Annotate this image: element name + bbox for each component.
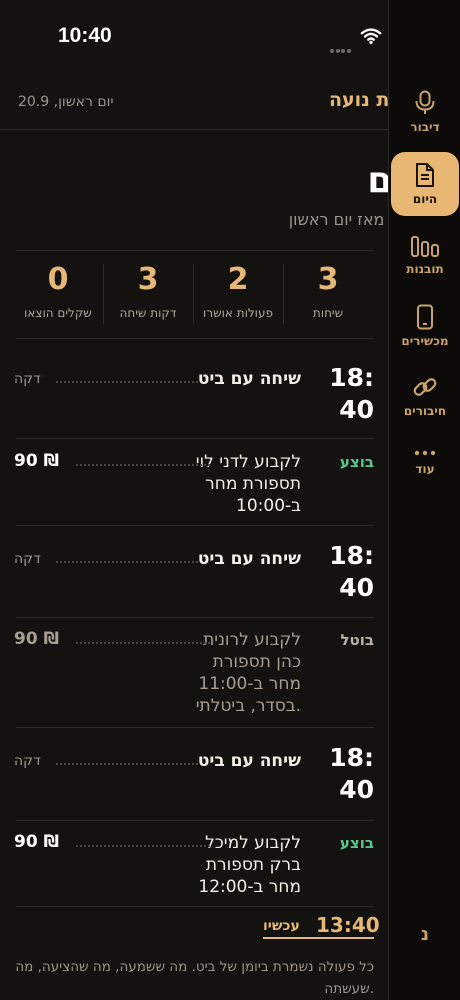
divider (16, 250, 374, 251)
action-price: 90 ₪ (14, 832, 59, 852)
sidebar-item-label: היום (412, 192, 438, 206)
timeline-action[interactable]: בוצע לקבוע למיכל ברק תספורת מחר ב-12:00 90… (14, 832, 374, 902)
sidebar-item-today[interactable]: היום (391, 152, 459, 216)
footer-note: כל פעולה נשמרת ביומן של ביט. מה ששמעה, מ… (15, 959, 374, 997)
sidebar-item-label: תובנות (406, 262, 444, 276)
document-icon (416, 163, 434, 187)
timeline-call[interactable]: 18: 40 שיחה עם ביט דקה (14, 742, 374, 804)
stat-value: 3 (137, 262, 159, 297)
sidebar-item-talk[interactable]: דיבור (391, 90, 459, 140)
sidebar-item-connections[interactable]: חיבורים (391, 374, 459, 424)
status-badge: בוטל (340, 631, 374, 649)
call-duration: דקה (14, 753, 41, 769)
stat-approved-actions: 2 פעולות אושרו (194, 262, 282, 320)
stat-value: 0 (47, 262, 69, 297)
timeline-call[interactable]: 18: 40 שיחה עם ביט דקה (14, 362, 374, 424)
timeline-call[interactable]: 18: 40 שיחה עם ביט דקה (14, 540, 374, 602)
stat-label: דקות שיחה (119, 306, 177, 320)
stat-spent: 0 שקלים הוצאו (14, 262, 102, 320)
sidebar-item-label: דיבור (410, 120, 440, 134)
call-time: 18: 40 (329, 743, 374, 804)
action-text: לקבוע למיכל ברק תספורת מחר ב-12:00 (198, 833, 301, 897)
divider (16, 338, 374, 339)
status-badge: בוצע (339, 834, 374, 852)
action-price: 90 ₪ (14, 451, 59, 471)
now-label: עכשיו (263, 918, 300, 934)
signal-icon (330, 38, 352, 57)
call-title: שיחה עם ביט (197, 369, 301, 389)
bar-chart-icon (411, 236, 439, 257)
stat-value: 3 (317, 262, 339, 297)
status-time: 10:40 (58, 24, 112, 47)
sidebar-item-devices[interactable]: מכשירים (391, 304, 459, 354)
wifi-icon (360, 28, 382, 45)
stat-calls: 3 שיחות (284, 262, 372, 320)
more-icon (414, 450, 436, 456)
call-time: 18: 40 (329, 541, 374, 602)
status-badge: בוצע (339, 453, 374, 471)
stat-label: שקלים הוצאו (24, 306, 92, 320)
sidebar-item-label: עוד (415, 462, 435, 476)
timeline-action[interactable]: בוטל לקבוע לרונית כהן תספורת מחר ב-11:00 בס… (14, 629, 374, 721)
call-title: שיחה עם ביט (197, 751, 301, 771)
phone-icon (417, 304, 433, 330)
stat-label: פעולות אושרו (203, 306, 273, 320)
microphone-icon (415, 90, 435, 114)
sidebar-nav: דיבור היום תובנות מכשירים חיבורים עוד נ (388, 0, 460, 1000)
action-text: לקבוע לדני לוי תספורת מחר ב-10:00 (195, 452, 301, 516)
call-title: שיחה עם ביט (197, 549, 301, 569)
sidebar-item-more[interactable]: עוד (391, 448, 459, 488)
call-duration: דקה (14, 371, 41, 387)
sidebar-item-insights[interactable]: תובנות (391, 234, 459, 284)
call-duration: דקה (14, 551, 41, 567)
action-price: 90 ₪ (14, 629, 59, 649)
now-time: 13:40 (316, 913, 380, 937)
call-time: 18: 40 (329, 363, 374, 424)
sidebar-item-label: מכשירים (401, 334, 449, 348)
stat-label: שיחות (312, 306, 344, 320)
header-date: יום ראשון, 20.9 (18, 94, 114, 110)
stat-value: 2 (227, 262, 249, 297)
sidebar-item-label: חיבורים (403, 404, 447, 418)
stat-call-minutes: 3 דקות שיחה (104, 262, 192, 320)
timeline-action[interactable]: בוצע לקבוע לדני לוי תספורת מחר ב-10:00 90 … (14, 451, 374, 521)
link-icon (413, 378, 437, 396)
header-divider (0, 129, 388, 130)
action-text: לקבוע לרונית כהן תספורת מחר ב-11:00 בסדר, ב… (195, 630, 301, 716)
now-marker (263, 937, 374, 939)
profile-avatar[interactable]: נ (389, 924, 460, 945)
